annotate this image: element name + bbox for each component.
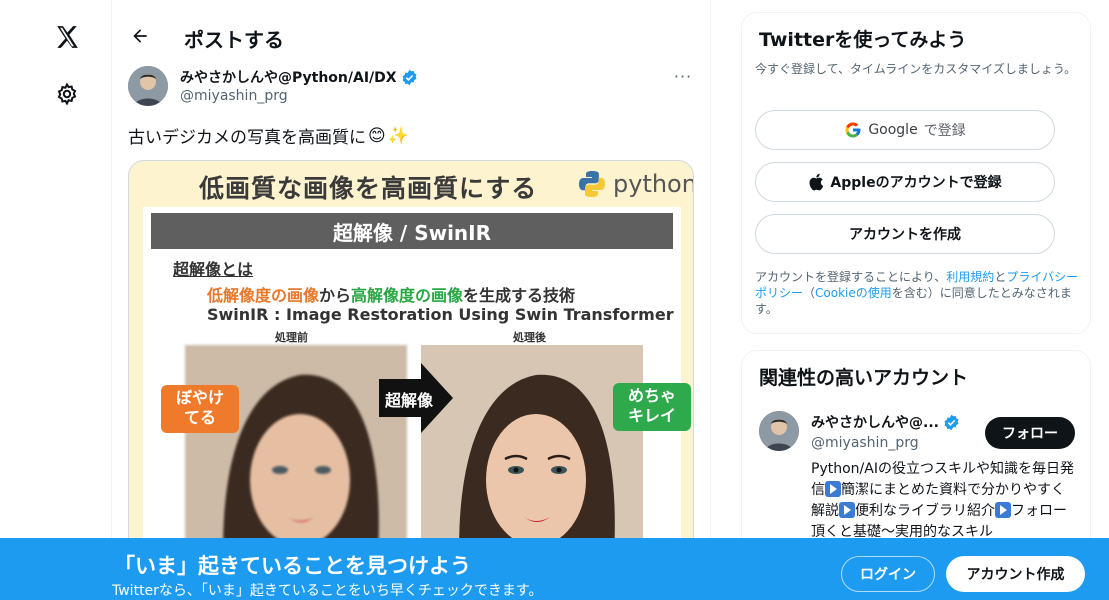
x-logo-icon[interactable] [52, 22, 82, 52]
play-button-emoji-icon [825, 481, 841, 497]
sparkles-emoji-icon: ✨ [387, 125, 409, 146]
terms-link[interactable]: 利用規約 [946, 270, 994, 284]
terms-paren: （ [803, 286, 816, 300]
media-desc-low: 低解像度の画像 [207, 286, 320, 305]
bio-part-3: 便利なライブラリ紹介 [855, 503, 995, 519]
smile-emoji-icon: 😊 [368, 125, 386, 146]
media-label: 超解像とは [173, 260, 254, 279]
google-signup-label: Google [868, 122, 918, 138]
author-avatar[interactable] [128, 66, 168, 106]
arrow-left-icon [133, 29, 147, 43]
media-band: 超解像 / SwinIR [151, 213, 673, 249]
caption-before: 処理前 [275, 331, 308, 344]
apple-icon [809, 173, 824, 191]
bubble-before: ぼやけ てる [161, 385, 239, 433]
bubble-after: めちゃ キレイ [613, 383, 691, 431]
page-title: ポストする [184, 28, 284, 52]
play-button-emoji-icon [839, 502, 855, 518]
terms-and: と [994, 270, 1007, 284]
cookie-link[interactable]: Cookieの使用 [815, 286, 892, 300]
banner-title: 「いま」起きていることを見つけよう [114, 554, 471, 578]
author-handle[interactable]: @miyashin_prg [180, 88, 288, 104]
python-logo-icon [579, 171, 605, 197]
media-desc-tail: を生成する技術 [463, 286, 576, 305]
gear-icon[interactable] [53, 80, 81, 108]
related-name-text: みやさかしんや@... [811, 415, 939, 431]
apple-signup-button[interactable]: Appleのアカウントで登録 [755, 162, 1055, 202]
right-sidebar: Twitterを使ってみよう 今すぐ登録して、タイムラインをカスタマイズしましょ… [741, 0, 1091, 600]
signup-subtitle: 今すぐ登録して、タイムラインをカスタマイズしましょう。 [755, 62, 1077, 76]
verified-badge-icon [944, 414, 959, 430]
terms-prefix: アカウントを登録することにより、 [755, 270, 947, 284]
google-signup-button[interactable]: Google で登録 [755, 110, 1055, 150]
media-description: 低解像度の画像から高解像度の画像を生成する技術 [207, 282, 575, 306]
media-desc-from: から [319, 286, 352, 305]
arrow-label: 超解像 [385, 391, 434, 410]
bubble-after-line1: めちゃ [627, 386, 676, 405]
app-root: ポストする みやさかしんや@Python/AI/DX @miyashin_prg [0, 0, 1109, 600]
bubble-before-line1: ぼやけ [175, 388, 224, 407]
tweet-text-body: 古いデジカメの写真を高画質に [128, 128, 366, 148]
main-column: ポストする みやさかしんや@Python/AI/DX @miyashin_prg [112, 0, 711, 600]
media-panel: 超解像 / SwinIR 超解像とは 低解像度の画像から高解像度の画像を生成する… [143, 207, 691, 579]
caption-after: 処理後 [513, 331, 546, 344]
signup-terms: アカウントを登録することにより、利用規約とプライバシーポリシー（Cookieの使… [755, 269, 1085, 317]
related-name[interactable]: みやさかしんや@... [811, 412, 960, 432]
back-button[interactable] [126, 22, 154, 50]
author-name[interactable]: みやさかしんや@Python/AI/DX [180, 67, 418, 87]
left-nav [0, 0, 112, 600]
python-logo: python [577, 169, 694, 199]
tweet-text: 古いデジカメの写真を高画質に 😊 ✨ [128, 123, 409, 149]
post-header: ポストする [112, 0, 710, 70]
signup-title: Twitterを使ってみよう [759, 29, 967, 51]
bubble-after-line2: キレイ [627, 406, 676, 425]
google-icon [845, 122, 861, 138]
related-avatar[interactable] [759, 411, 799, 451]
tweet-media-image[interactable]: 低画質な画像を高画質にする python 超解像 / SwinIR 超解像とは … [128, 160, 694, 580]
media-subline: SwinIR : Image Restoration Using Swin Tr… [207, 305, 674, 324]
apple-signup-label: Appleのアカウントで登録 [830, 175, 1002, 191]
media-title: 低画質な画像を高画質にする [199, 174, 538, 203]
create-account-label: アカウントを作成 [849, 227, 961, 243]
follow-button[interactable]: フォロー [985, 417, 1075, 449]
bubble-before-line2: てる [183, 408, 216, 427]
media-desc-high: 高解像度の画像 [351, 286, 464, 305]
related-handle[interactable]: @miyashin_prg [811, 435, 919, 451]
author-name-text: みやさかしんや@Python/AI/DX [180, 70, 397, 86]
signup-button[interactable]: アカウント作成 [946, 556, 1085, 592]
login-button[interactable]: ログイン [841, 556, 935, 592]
bottom-signup-banner: 「いま」起きていることを見つけよう Twitterなら、「いま」起きていることを… [0, 538, 1109, 600]
play-button-emoji-icon [995, 502, 1011, 518]
google-signup-suffix: で登録 [923, 123, 966, 139]
python-logo-text: python [613, 170, 694, 198]
signup-card: Twitterを使ってみよう 今すぐ登録して、タイムラインをカスタマイズしましょ… [741, 12, 1091, 334]
related-title: 関連性の高いアカウント [759, 367, 969, 389]
banner-subtitle: Twitterなら、「いま」起きていることをいち早くチェックできます。 [112, 583, 543, 599]
verified-badge-icon [402, 69, 417, 85]
create-account-button[interactable]: アカウントを作成 [755, 214, 1055, 254]
more-options-icon[interactable]: ··· [668, 66, 698, 86]
related-bio: Python/AIの役立つスキルや知識を毎日発信 簡潔にまとめた資料で分かりやすく… [811, 459, 1077, 543]
